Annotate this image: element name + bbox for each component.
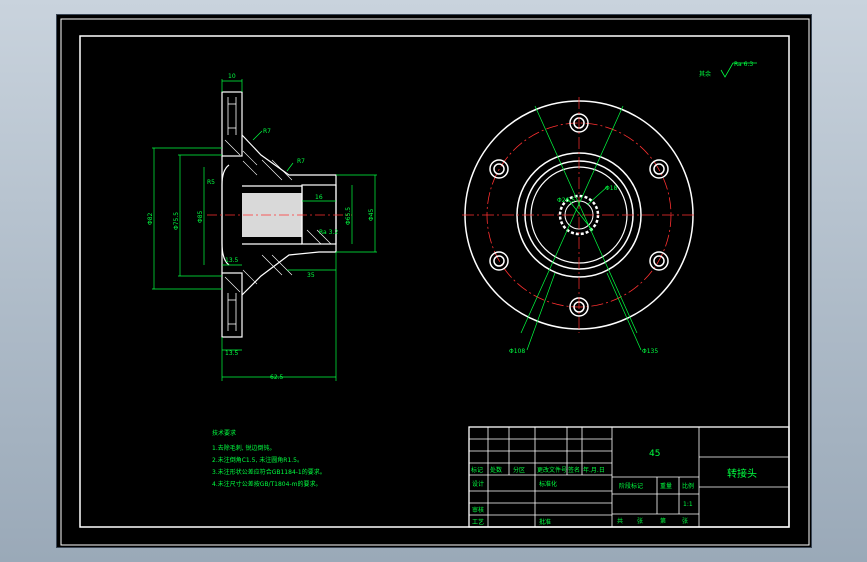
tb-scale-value: 1:1 xyxy=(683,501,693,508)
tb-row-standard: 标准化 xyxy=(539,480,557,488)
tb-row-design: 设计 xyxy=(472,480,484,488)
dim-d135: Φ135 xyxy=(642,348,658,355)
tb-header-0: 标记 xyxy=(471,466,483,474)
front-view xyxy=(462,97,697,351)
dim-d18: Φ18 xyxy=(605,185,618,192)
tb-row-approve: 批准 xyxy=(539,518,551,526)
tech-line-1: 1.去除毛刺, 锐边倒钝。 xyxy=(212,444,276,452)
dim-d-inner: Φ85 xyxy=(197,210,204,223)
cad-drawing: 10 R7 R7 R5 Φ82 Φ75.5 Φ85 Φ65.5 Φ45 16 R… xyxy=(60,18,810,546)
roughness-value: Ra 6.3 xyxy=(734,61,753,68)
technical-requirements: 技术要求 1.去除毛刺, 锐边倒钝。 2.未注倒角C1.5, 未注圆角R1.5。… xyxy=(212,429,326,488)
dim-d-left-mid: Φ75.5 xyxy=(173,212,180,230)
tb-sheet-2: 第 xyxy=(660,517,666,525)
tech-title: 技术要求 xyxy=(212,429,236,437)
tb-part-title: 转接头 xyxy=(727,467,757,480)
dim-d-left-outer: Φ82 xyxy=(147,212,154,225)
dim-r5: R5 xyxy=(207,179,215,186)
dim-d-shaft: Φ65.5 xyxy=(345,207,352,225)
tb-stage-label: 阶段标记 xyxy=(619,482,643,490)
tb-row-process: 工艺 xyxy=(472,518,484,526)
tech-line-3: 3.未注形状公差应符合GB1184-1的要求。 xyxy=(212,468,326,476)
tech-line-2: 2.未注倒角C1.5, 未注圆角R1.5。 xyxy=(212,456,303,464)
dim-top-width: 10 xyxy=(228,73,236,80)
dim-16: 16 xyxy=(315,194,323,201)
tb-header-2: 分区 xyxy=(513,466,525,474)
dim-35: 35 xyxy=(307,272,315,279)
tb-sheet-0: 共 xyxy=(617,517,623,525)
tb-sheet-3: 张 xyxy=(682,517,688,525)
dim-d108: Φ108 xyxy=(509,348,525,355)
dim-d26: Φ26.5 xyxy=(557,197,575,204)
roughness-note: 其余 xyxy=(699,70,711,78)
tb-material: 45 xyxy=(649,449,660,459)
tb-weight-label: 重量 xyxy=(660,482,672,490)
tb-sheet-1: 张 xyxy=(637,517,643,525)
tb-row-review: 审核 xyxy=(472,506,484,514)
dim-ra-label: Ra 3.2 xyxy=(319,229,338,236)
tb-header-4: 签名 xyxy=(568,466,580,474)
tb-scale-label: 比例 xyxy=(682,482,694,490)
tb-header-5: 年.月.日 xyxy=(583,466,605,474)
sheet-outer-border xyxy=(60,18,810,546)
dim-d-right: Φ45 xyxy=(368,208,375,221)
drawing-viewport[interactable]: 10 R7 R7 R5 Φ82 Φ75.5 Φ85 Φ65.5 Φ45 16 R… xyxy=(56,14,812,548)
tech-line-4: 4.未注尺寸公差按GB/T1804-m的要求。 xyxy=(212,480,321,488)
roughness-symbol: 其余 Ra 6.3 xyxy=(699,61,757,78)
tb-header-1: 处数 xyxy=(490,466,502,474)
sheet-inner-border xyxy=(79,35,790,528)
dim-r7: R7 xyxy=(263,128,271,135)
dim-total: 62.5 xyxy=(270,374,284,381)
dim-13-top: 13.5 xyxy=(225,257,239,264)
dim-13-bottom: 13.5 xyxy=(225,350,239,357)
tb-header-3: 更改文件号 xyxy=(537,466,567,474)
dim-r7b: R7 xyxy=(297,158,305,165)
section-view xyxy=(207,91,352,338)
